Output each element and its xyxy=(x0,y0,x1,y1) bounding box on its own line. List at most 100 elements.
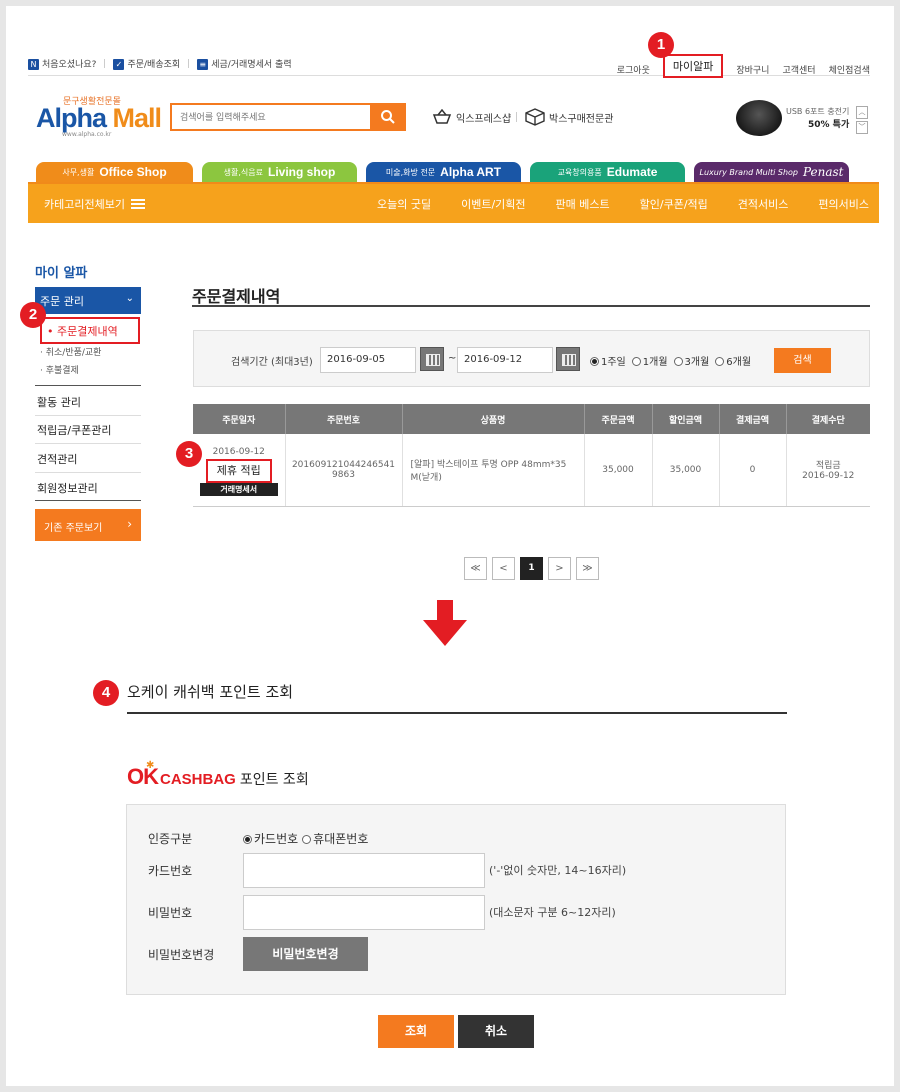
promo-banner[interactable]: USB 6포트 충전기 50% 특가 ︿ ﹀ xyxy=(736,100,868,138)
tab-alpha-art[interactable]: 미술,화방 전문 Alpha ART xyxy=(366,162,521,182)
usb-charger-image xyxy=(736,100,782,136)
partner-points-button[interactable]: 제휴 적립 xyxy=(205,459,272,484)
sidebar-item-activity[interactable]: 활동 관리 xyxy=(37,394,81,410)
util-link-logout[interactable]: 로그아웃 xyxy=(617,63,650,76)
card-number-label: 카드번호 xyxy=(148,864,193,878)
logo-url: www.alpha.co.kr xyxy=(62,131,112,138)
cancel-button[interactable]: 취소 xyxy=(458,1015,534,1048)
product-name-line1: [알파] 박스테이프 투명 OPP 48mm*35 xyxy=(410,459,567,470)
period-3month[interactable]: 3개월 xyxy=(673,353,709,368)
view-old-orders-button[interactable]: 기존 주문보기 › xyxy=(35,509,141,541)
search-period-button[interactable]: 검색 xyxy=(774,348,831,373)
util-link-cart[interactable]: 장바구니 xyxy=(736,63,769,76)
box-shop-link[interactable]: 박스구매전문관 xyxy=(525,108,613,126)
util-link-my-alpha[interactable]: 마이알파 xyxy=(662,54,724,78)
order-date: 2016-09-12 xyxy=(212,447,265,458)
tab-edumate[interactable]: 교육창의용품 Edumate xyxy=(530,162,685,182)
util-link-first-visit[interactable]: N 처음오셨나요? xyxy=(28,57,96,70)
auth-option-card[interactable]: 카드번호 xyxy=(243,830,298,847)
site-logo[interactable]: Alpha Mall xyxy=(36,103,162,134)
column-header: 할인금액 xyxy=(652,404,720,434)
order-date-cell: 2016-09-12 제휴 적립 거래명세서 xyxy=(193,434,286,507)
radio-icon xyxy=(590,357,599,366)
pagination: ≪ < 1 > ≫ xyxy=(464,557,599,580)
divider xyxy=(35,500,141,501)
util-link-store-search[interactable]: 체인점검색 xyxy=(829,63,870,76)
card-number-input[interactable] xyxy=(243,853,485,888)
promo-line1: USB 6포트 충전기 xyxy=(786,107,850,116)
sidebar-item-cancel-return[interactable]: · 취소/반품/교환 xyxy=(40,345,101,358)
okcashbag-logo: OK ✱ CASHBAG 포인트 조회 xyxy=(127,760,309,790)
shop-tabs: 사무,생활 Office Shop 생활,식음료 Living shop 미술,화방… xyxy=(36,162,849,182)
step-badge-4: 4 xyxy=(93,680,119,706)
date-to-input[interactable]: 2016-09-12 xyxy=(457,347,553,373)
divider xyxy=(192,305,870,307)
nav-item-events[interactable]: 이벤트/기획전 xyxy=(461,196,525,212)
logo-suffix: 포인트 조회 xyxy=(239,772,309,788)
util-link-order-tracking[interactable]: ✓ 주문/배송조회 xyxy=(113,57,180,70)
discount-amount-cell: 35,000 xyxy=(652,434,720,507)
nav-item-quote[interactable]: 견적서비스 xyxy=(738,196,789,212)
first-page-button[interactable]: ≪ xyxy=(464,557,487,580)
period-1week[interactable]: 1주일 xyxy=(590,353,626,368)
column-header: 상품명 xyxy=(402,404,585,434)
logo-cashbag: CASHBAG xyxy=(160,771,236,788)
document-icon: ≡ xyxy=(197,59,209,70)
nav-item-discount[interactable]: 할인/쿠폰/적립 xyxy=(640,196,708,212)
column-header: 주문일자 xyxy=(193,404,286,434)
divider xyxy=(516,112,517,122)
password-input[interactable] xyxy=(243,895,485,930)
promo-up-icon[interactable]: ︿ xyxy=(856,106,868,119)
sidebar-group-order[interactable]: 주문 관리 ⌄ xyxy=(35,287,141,314)
product-name-line2: M(낱개) xyxy=(410,472,442,483)
receipt-button[interactable]: 거래명세서 xyxy=(199,483,278,497)
date-from-input[interactable]: 2016-09-05 xyxy=(320,347,416,373)
view-old-orders-label: 기존 주문보기 xyxy=(44,523,103,534)
nav-item-convenience[interactable]: 편의서비스 xyxy=(818,196,869,212)
search-box xyxy=(170,103,406,131)
filter-label: 검색기간 (최대3년) xyxy=(231,357,313,368)
category-all-button[interactable]: 카테고리전체보기 xyxy=(44,196,145,212)
next-page-button[interactable]: > xyxy=(548,557,571,580)
search-input[interactable] xyxy=(172,106,368,130)
payment-method: 적립금 xyxy=(815,461,841,472)
sidebar-item-member-info[interactable]: 회원정보관리 xyxy=(37,480,98,496)
period-6month[interactable]: 6개월 xyxy=(715,353,751,368)
search-button[interactable] xyxy=(370,103,406,131)
last-page-button[interactable]: ≫ xyxy=(576,557,599,580)
prev-page-button[interactable]: < xyxy=(492,557,515,580)
period-1month[interactable]: 1개월 xyxy=(631,353,668,368)
sidebar-item-deferred-payment[interactable]: · 후불결제 xyxy=(40,363,79,376)
password-change-button[interactable]: 비밀번호변경 xyxy=(243,937,368,971)
password-hint: (대소문자 구분 6~12자리) xyxy=(489,906,616,919)
step-badge-3: 3 xyxy=(176,441,202,467)
product-name-cell[interactable]: [알파] 박스테이프 투명 OPP 48mm*35 M(낱개) xyxy=(402,434,585,507)
utility-bar: N 처음오셨나요? ✓ 주문/배송조회 ≡ 세금/거래명세서 출력 로그아웃 마이알파… xyxy=(28,50,870,78)
paid-amount-cell: 0 xyxy=(719,434,787,507)
promo-down-icon[interactable]: ﹀ xyxy=(856,121,868,134)
password-label: 비밀번호 xyxy=(148,906,193,920)
calendar-icon[interactable] xyxy=(420,347,444,371)
query-button[interactable]: 조회 xyxy=(378,1015,454,1048)
box-shop-label: 박스구매전문관 xyxy=(549,113,614,125)
express-shop-link[interactable]: 익스프레스샵 xyxy=(432,109,511,125)
auth-option-phone[interactable]: 휴대폰번호 xyxy=(302,830,368,847)
calendar-icon[interactable] xyxy=(556,347,580,371)
tab-penast[interactable]: Luxury Brand Multi Shop Penast xyxy=(694,162,849,182)
sidebar-item-quotes[interactable]: 견적관리 xyxy=(37,451,77,467)
page-1-button[interactable]: 1 xyxy=(520,557,543,580)
divider xyxy=(188,59,190,68)
tab-office-shop[interactable]: 사무,생활 Office Shop xyxy=(36,162,193,182)
sparkle-icon: ✱ xyxy=(146,760,155,771)
tab-living-shop[interactable]: 생활,식음료 Living shop xyxy=(202,162,357,182)
nav-item-best[interactable]: 판매 베스트 xyxy=(556,196,610,212)
category-all-label: 카테고리전체보기 xyxy=(44,198,125,211)
sidebar-item-points-coupons[interactable]: 적립금/쿠폰관리 xyxy=(37,422,112,438)
util-link-tax-invoice[interactable]: ≡ 세금/거래명세서 출력 xyxy=(197,57,292,70)
sidebar-item-order-payment[interactable]: • 주문결제내역 xyxy=(40,317,140,344)
util-link-customer-center[interactable]: 고객센터 xyxy=(782,63,815,76)
okcashbag-section-title: 오케이 캐쉬백 포인트 조회 xyxy=(127,683,294,701)
order-number-cell[interactable]: 201609121044246541 9863 xyxy=(285,434,403,507)
order-number-line2: 9863 xyxy=(332,469,355,480)
nav-item-today-deal[interactable]: 오늘의 굿딜 xyxy=(377,196,431,212)
